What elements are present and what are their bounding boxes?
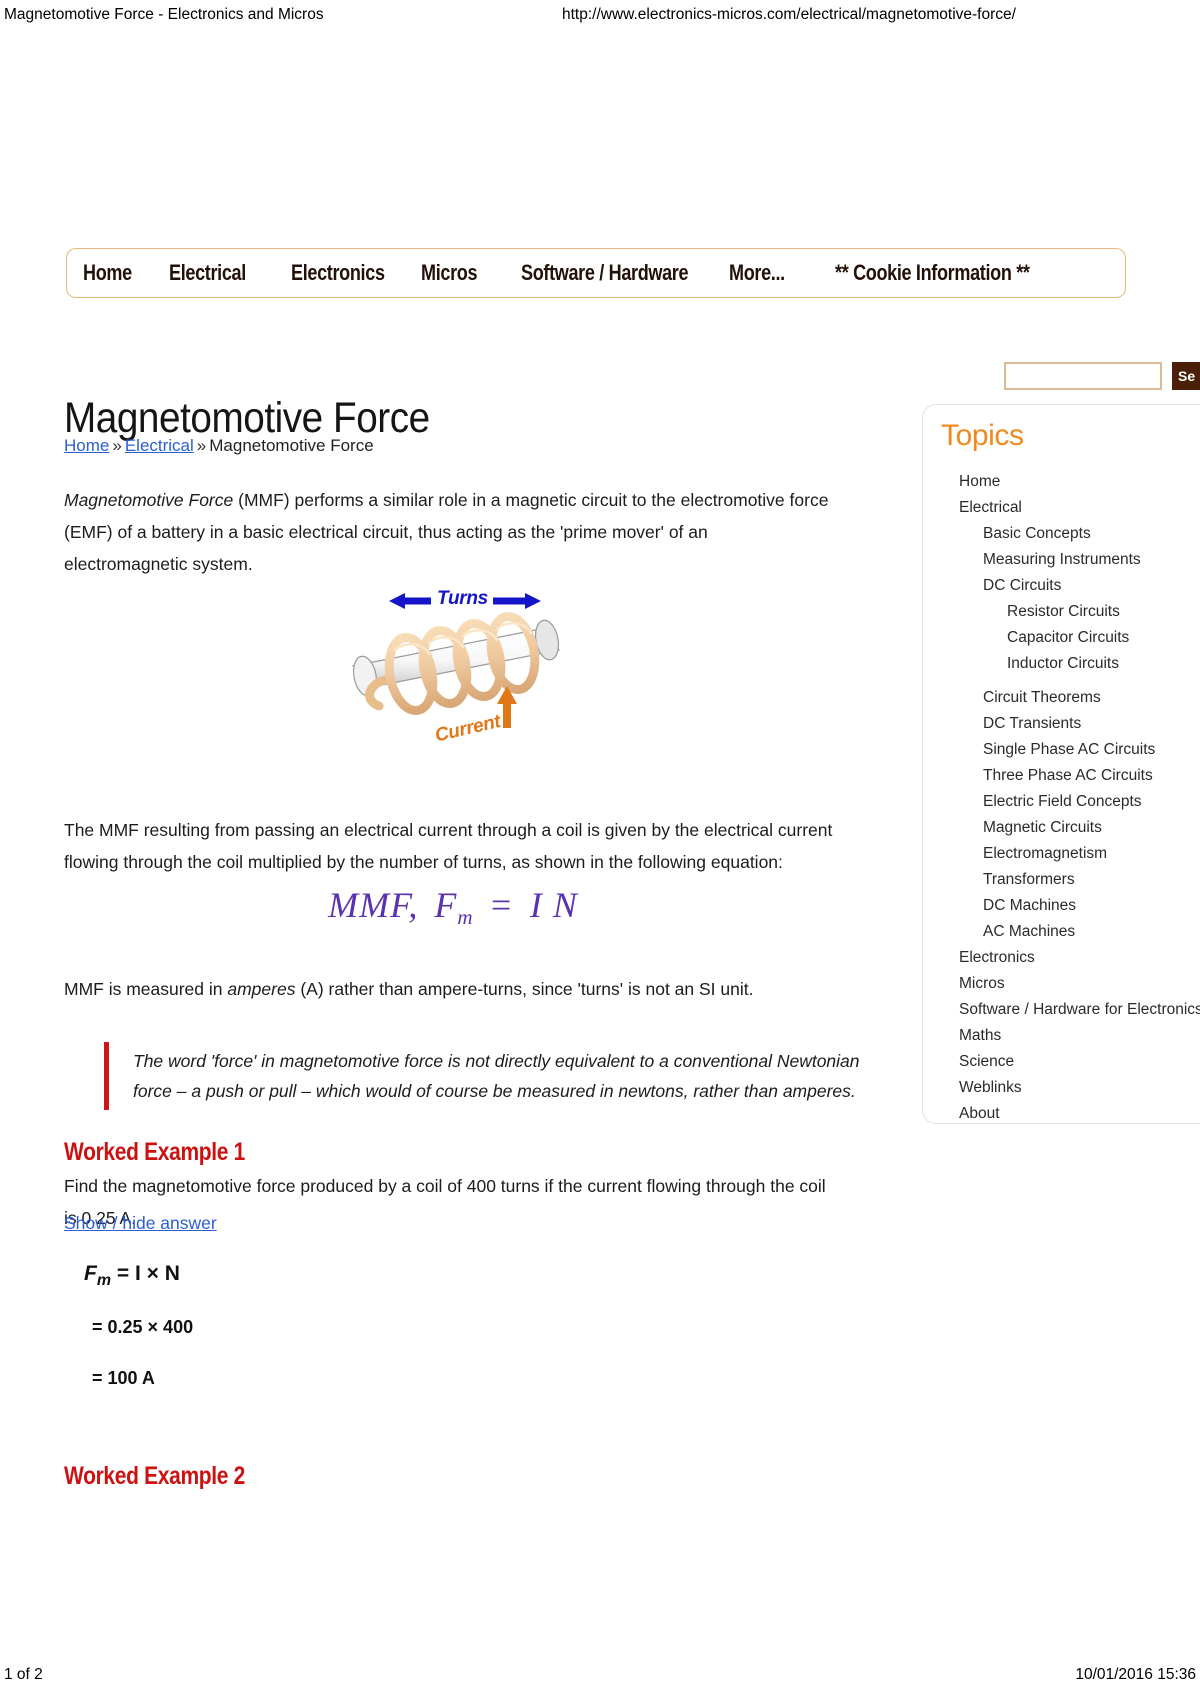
note-blockquote: The word 'force' in magnetomotive force … <box>104 1042 876 1110</box>
topics-sidebar: Topics Home Electrical Basic Concepts Measu… <box>922 404 1200 1124</box>
amperes-post: (A) rather than ampere-turns, since 'tur… <box>295 978 754 999</box>
print-header: Magnetomotive Force - Electronics and Mi… <box>0 6 1200 30</box>
nav-item-electronics[interactable]: Electronics <box>291 260 398 286</box>
coil-illustration: Turns Current <box>345 588 595 773</box>
intro-paragraph: Magnetomotive Force (MMF) performs a sim… <box>64 484 836 580</box>
topic-list-item[interactable]: Basic Concepts <box>923 521 1200 547</box>
breadcrumb: Home» Electrical» Magnetomotive Force <box>64 436 374 456</box>
nav-item-cookie-information[interactable]: ** Cookie Information ** <box>835 260 1065 286</box>
topic-list-item[interactable]: AC Machines <box>923 919 1200 945</box>
nav-item-electrical[interactable]: Electrical <box>169 260 269 286</box>
amperes-pre: MMF is measured in <box>64 978 228 999</box>
search-input[interactable] <box>1004 362 1162 390</box>
turns-label: Turns <box>437 588 488 609</box>
topic-list-item[interactable]: Transformers <box>923 867 1200 893</box>
topics-list: Home Electrical Basic Concepts Measuring In… <box>923 469 1200 1123</box>
topic-list-item[interactable]: Electrical <box>923 495 1200 521</box>
nav-item-more[interactable]: More... <box>729 260 816 286</box>
print-header-title: Magnetomotive Force - Electronics and Mi… <box>4 6 324 23</box>
main-navigation: Home Electrical Electronics Micros Softw… <box>66 248 1126 298</box>
intro-term: Magnetomotive Force <box>64 489 234 510</box>
print-footer-page: 1 of 2 <box>4 1666 43 1683</box>
topic-list-item[interactable]: Electric Field Concepts <box>923 789 1200 815</box>
equation-subscript: m <box>457 905 473 929</box>
topic-list-item[interactable]: Electromagnetism <box>923 841 1200 867</box>
answer-formula-line: Fm = I × N <box>84 1262 180 1290</box>
topic-list-item[interactable]: DC Circuits <box>923 573 1200 599</box>
breadcrumb-link-electrical[interactable]: Electrical <box>125 436 194 455</box>
topic-list-item[interactable]: Science <box>923 1049 1200 1075</box>
topic-list-item[interactable]: Maths <box>923 1023 1200 1049</box>
print-footer-date: 10/01/2016 15:36 <box>1075 1666 1196 1683</box>
breadcrumb-link-home[interactable]: Home <box>64 436 109 455</box>
note-text: The word 'force' in magnetomotive force … <box>133 1051 860 1101</box>
show-hide-answer-link[interactable]: Show / hide answer <box>64 1213 217 1234</box>
amperes-term: amperes <box>227 978 296 999</box>
topic-list-item[interactable]: Inductor Circuits <box>923 651 1200 677</box>
topic-list-item[interactable]: Electronics <box>923 945 1200 971</box>
mmf-equation: MMF, Fm = I N <box>64 884 842 930</box>
topic-list-item[interactable]: Measuring Instruments <box>923 547 1200 573</box>
topic-list-item[interactable]: Micros <box>923 971 1200 997</box>
answer-step-2: = 0.25 × 400 <box>92 1317 194 1337</box>
answer-subscript: m <box>96 1272 112 1289</box>
print-footer: 1 of 2 10/01/2016 15:36 <box>0 1666 1200 1690</box>
worked-example-2-heading: Worked Example 2 <box>64 1461 245 1490</box>
topic-list-item[interactable]: Capacitor Circuits <box>923 625 1200 651</box>
topic-list-item[interactable]: Magnetic Circuits <box>923 815 1200 841</box>
topic-list-item[interactable]: Weblinks <box>923 1075 1200 1101</box>
amperes-paragraph: MMF is measured in amperes (A) rather th… <box>64 973 842 1005</box>
topic-list-item[interactable]: Resistor Circuits <box>923 599 1200 625</box>
answer-symbol: F <box>84 1262 97 1285</box>
topic-list-item[interactable]: Single Phase AC Circuits <box>923 737 1200 763</box>
breadcrumb-separator: » <box>112 436 122 455</box>
topic-list-item[interactable]: DC Machines <box>923 893 1200 919</box>
equation-symbol: F <box>434 885 458 925</box>
mmf-result-paragraph: The MMF resulting from passing an electr… <box>64 819 833 872</box>
topic-list-item[interactable]: About <box>923 1101 1200 1123</box>
equation-rhs: I N <box>529 885 578 925</box>
nav-item-software-hardware[interactable]: Software / Hardware <box>521 260 692 286</box>
nav-item-micros[interactable]: Micros <box>421 260 503 286</box>
nav-item-home[interactable]: Home <box>83 260 154 286</box>
topic-list-item[interactable]: Home <box>923 469 1200 495</box>
equation-lhs: MMF, <box>328 885 419 925</box>
search-button[interactable]: Se <box>1172 362 1200 390</box>
answer-step-3: = 100 A <box>92 1368 155 1388</box>
breadcrumb-separator: » <box>196 436 207 455</box>
worked-example-1-heading: Worked Example 1 <box>64 1137 245 1166</box>
sidebar-title: Topics <box>941 419 1024 452</box>
topic-list-item[interactable]: Three Phase AC Circuits <box>923 763 1200 789</box>
answer-formula: = I × N <box>111 1262 180 1285</box>
topic-list-item[interactable]: DC Transients <box>923 711 1200 737</box>
topic-list-item[interactable]: Circuit Theorems <box>923 685 1200 711</box>
breadcrumb-current: Magnetomotive Force <box>209 436 374 455</box>
coil-diagram-svg <box>351 593 561 728</box>
print-header-url: http://www.electronics-micros.com/electr… <box>562 6 1016 23</box>
topic-list-item[interactable]: Software / Hardware for Electronics <box>923 997 1200 1023</box>
equation-equals: = <box>488 885 514 925</box>
